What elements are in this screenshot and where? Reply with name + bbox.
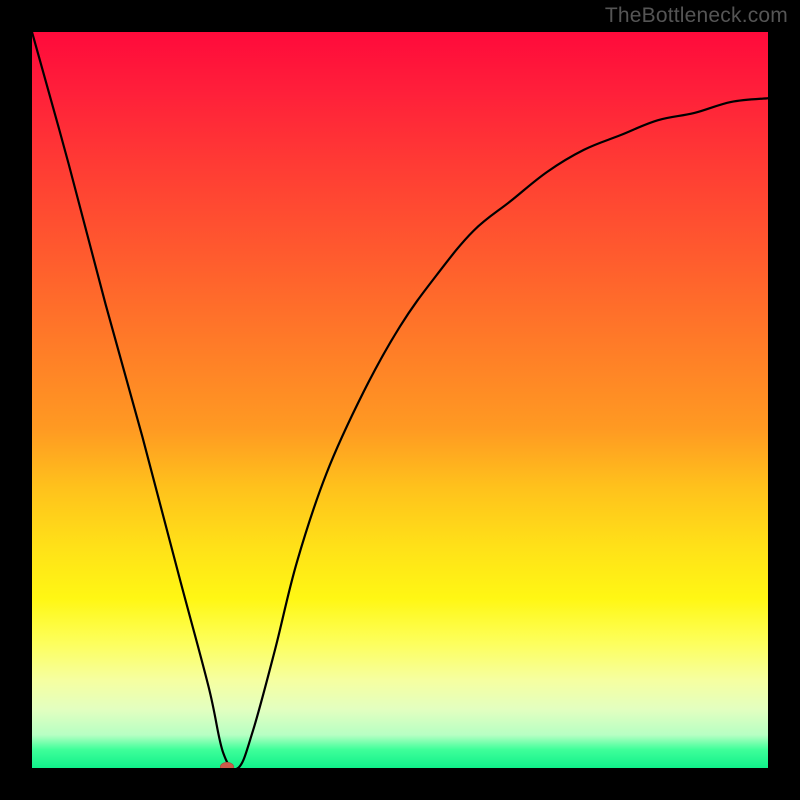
optimal-point-marker	[220, 762, 234, 768]
watermark-text: TheBottleneck.com	[605, 4, 788, 28]
bottleneck-curve	[32, 32, 768, 768]
plot-area	[32, 32, 768, 768]
chart-frame: TheBottleneck.com	[0, 0, 800, 800]
